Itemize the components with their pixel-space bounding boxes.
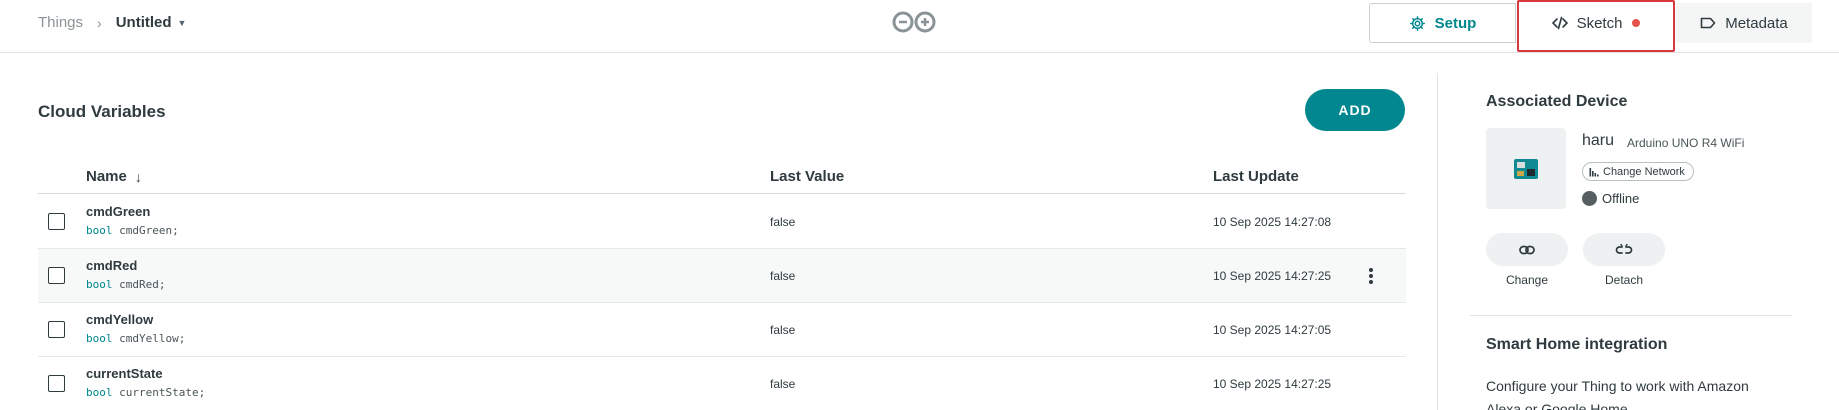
variable-decl-text: cmdGreen; [119, 224, 179, 237]
variable-name: cmdRed [86, 258, 138, 273]
table-header: Name ↓ Last Value Last Update [38, 165, 1406, 194]
detach-device-button[interactable] [1583, 233, 1665, 266]
variable-decl-text: cmdRed; [119, 278, 166, 291]
arduino-logo-icon [892, 11, 936, 33]
last-value: false [770, 377, 796, 391]
row-checkbox[interactable] [48, 321, 65, 338]
row-checkbox[interactable] [48, 375, 65, 392]
code-icon [1551, 16, 1568, 30]
variable-decl-text: currentState; [119, 386, 206, 399]
tab-sketch-label: Sketch [1576, 14, 1623, 32]
tab-metadata-label: Metadata [1725, 14, 1788, 32]
breadcrumb: Things › Untitled ▼ [38, 14, 186, 31]
unsaved-indicator [1632, 19, 1641, 27]
offline-status-icon [1582, 191, 1597, 206]
gear-icon [1409, 15, 1426, 32]
tab-metadata[interactable]: Metadata [1676, 3, 1812, 43]
variable-name: cmdYellow [86, 312, 154, 327]
variable-name: cmdGreen [86, 204, 151, 219]
column-name-label: Name [86, 168, 127, 185]
table-row[interactable]: cmdGreen bool cmdGreen; false 10 Sep 202… [38, 195, 1406, 249]
change-device-label: Change [1505, 273, 1549, 287]
add-variable-button[interactable]: ADD [1305, 89, 1405, 131]
section-divider [1470, 315, 1792, 316]
variable-declaration: bool cmdRed; [86, 278, 165, 291]
thing-name[interactable]: Untitled [116, 14, 172, 31]
board-icon [1514, 158, 1538, 179]
caret-down-icon[interactable]: ▼ [178, 18, 187, 28]
sort-arrow-down-icon[interactable]: ↓ [135, 169, 142, 185]
tab-setup-label: Setup [1434, 14, 1477, 32]
tag-icon [1700, 17, 1716, 29]
breadcrumb-things-link[interactable]: Things [38, 14, 83, 31]
row-checkbox[interactable] [48, 267, 65, 284]
variable-declaration: bool cmdYellow; [86, 332, 185, 345]
change-network-button[interactable]: Change Network [1582, 162, 1694, 181]
tab-sketch[interactable]: Sketch [1516, 3, 1676, 43]
table-row[interactable]: cmdRed bool cmdRed; false 10 Sep 2025 14… [38, 249, 1406, 303]
change-network-label: Change Network [1603, 165, 1685, 178]
last-update: 10 Sep 2025 14:27:25 [1213, 377, 1332, 391]
variable-decl-text: cmdYellow; [119, 332, 186, 345]
variable-type: bool [86, 278, 113, 291]
device-status-label: Offline [1602, 191, 1640, 206]
device-model: Arduino UNO R4 WiFi [1627, 136, 1745, 150]
panel-divider [1437, 73, 1438, 410]
column-name-header[interactable]: Name ↓ [86, 168, 142, 185]
row-checkbox[interactable] [48, 213, 65, 230]
variable-declaration: bool cmdGreen; [86, 224, 179, 237]
top-bar: Things › Untitled ▼ Setup Sketch Metadat… [0, 0, 1839, 53]
variable-type: bool [86, 386, 113, 399]
unlink-icon [1615, 243, 1633, 254]
variable-declaration: bool currentState; [86, 386, 205, 399]
table-row[interactable]: cmdYellow bool cmdYellow; false 10 Sep 2… [38, 303, 1406, 357]
last-value: false [770, 215, 796, 229]
last-update: 10 Sep 2025 14:27:05 [1213, 323, 1332, 337]
variable-type: bool [86, 332, 113, 345]
signal-bars-icon [1589, 167, 1599, 177]
smart-home-title: Smart Home integration [1486, 336, 1668, 353]
link-icon [1519, 245, 1535, 254]
last-value: false [770, 269, 796, 283]
last-value: false [770, 323, 796, 337]
device-thumbnail [1486, 128, 1566, 209]
device-name: haru [1582, 132, 1615, 149]
chevron-right-icon: › [97, 14, 102, 31]
tab-setup[interactable]: Setup [1369, 3, 1516, 43]
table-row[interactable]: currentState bool currentState; false 10… [38, 357, 1406, 410]
column-last-value-header: Last Value [770, 168, 845, 185]
change-device-button[interactable] [1486, 233, 1568, 266]
last-update: 10 Sep 2025 14:27:08 [1213, 215, 1332, 229]
device-status: Offline [1582, 191, 1639, 206]
variable-type: bool [86, 224, 113, 237]
page-title: Cloud Variables [38, 102, 166, 121]
last-update: 10 Sep 2025 14:27:25 [1213, 269, 1332, 283]
smart-home-description: Configure your Thing to work with Amazon… [1486, 378, 1749, 410]
variable-name: currentState [86, 366, 163, 381]
column-last-update-header: Last Update [1213, 168, 1299, 185]
detach-device-label: Detach [1604, 273, 1644, 287]
associated-device-title: Associated Device [1486, 93, 1628, 110]
view-tabs: Setup Sketch Metadata [1369, 3, 1812, 43]
more-options-icon[interactable] [1365, 266, 1377, 286]
